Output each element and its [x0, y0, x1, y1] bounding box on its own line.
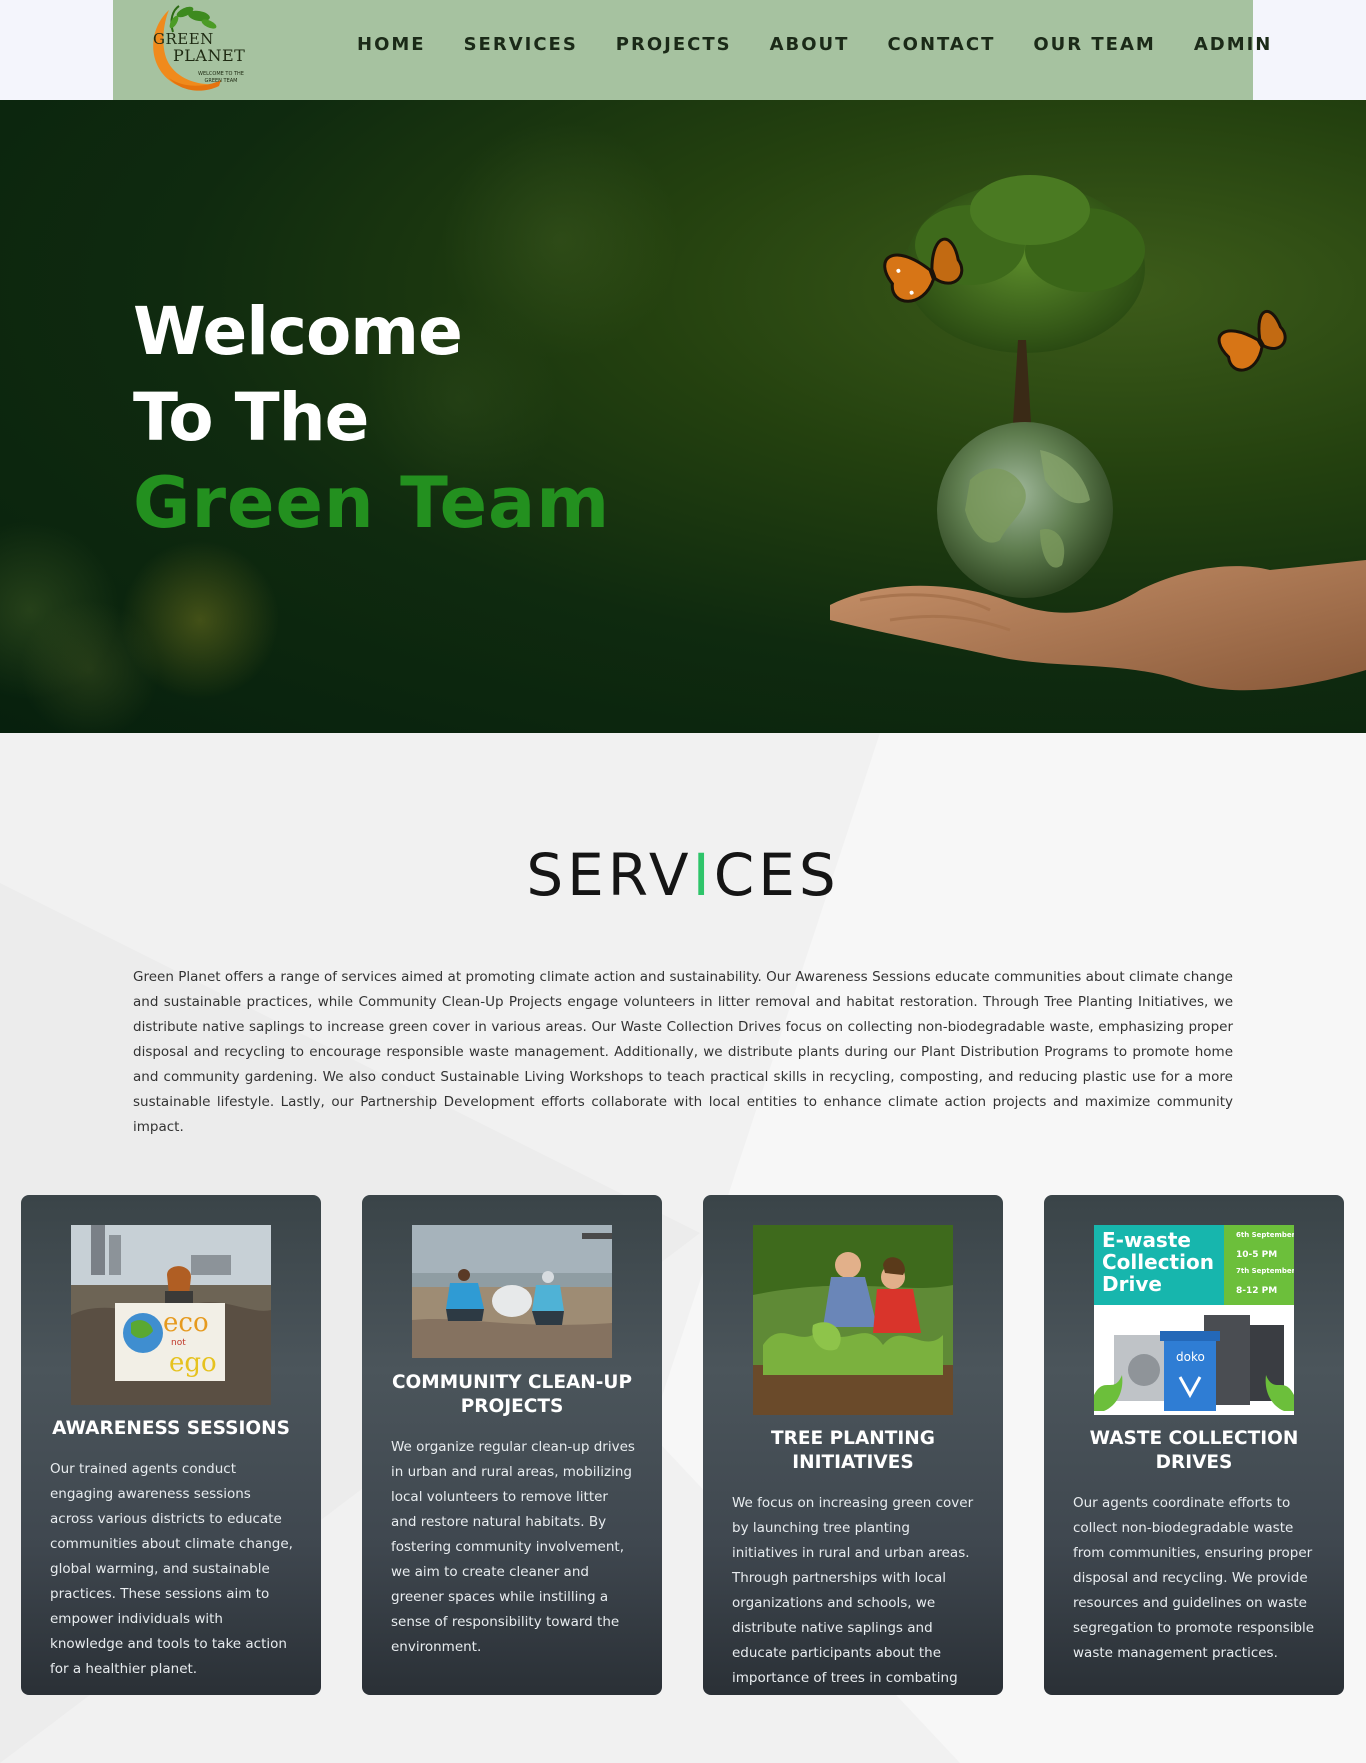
card-description: Our agents coordinate efforts to collect… — [1073, 1495, 1315, 1661]
service-card-cleanup[interactable]: COMMUNITY CLEAN-UP PROJECTS We organize … — [362, 1195, 662, 1695]
hero-heading-line-3: Green Team — [133, 462, 611, 544]
cleanup-photo — [412, 1225, 612, 1358]
poster-title-1: E-waste — [1102, 1228, 1191, 1252]
poster-date-2: 7th September — [1236, 1267, 1294, 1275]
awareness-photo: eco not ego — [71, 1225, 271, 1405]
card-title: TREE PLANTING INITIATIVES — [771, 1428, 935, 1473]
service-card-awareness[interactable]: eco not ego AWARENESS SESSIONS Our train… — [21, 1195, 321, 1695]
hero-heading-line-2: To The — [133, 379, 369, 456]
nav-admin[interactable]: ADMIN — [1194, 34, 1273, 55]
bokeh-light — [20, 600, 160, 733]
poster-brand: doko — [1176, 1350, 1205, 1364]
sign-ego: ego — [169, 1348, 217, 1378]
navbar: GREEN PLANET WELCOME TO THE GREEN TEAM H… — [113, 0, 1270, 100]
logo-tagline: WELCOME TO THE GREEN TEAM — [198, 71, 244, 84]
poster-date-1: 6th September — [1236, 1231, 1294, 1239]
poster-time-2: 8-12 PM — [1236, 1286, 1277, 1296]
services-section: SERVICES Green Planet offers a range of … — [0, 733, 1366, 1763]
card-title: WASTE COLLECTION DRIVES — [1089, 1428, 1299, 1473]
card-title: COMMUNITY CLEAN-UP PROJECTS — [391, 1372, 633, 1417]
top-bar: GREEN PLANET WELCOME TO THE GREEN TEAM H… — [0, 0, 1366, 100]
logo[interactable]: GREEN PLANET WELCOME TO THE GREEN TEAM — [139, 0, 259, 96]
service-card-tree-planting[interactable]: TREE PLANTING INITIATIVES We focus on in… — [703, 1195, 1003, 1695]
sign-eco: eco — [163, 1308, 209, 1338]
tree-planting-photo — [753, 1225, 953, 1415]
services-title-part-2: CES — [713, 841, 840, 909]
nav-home[interactable]: HOME — [357, 34, 426, 55]
nav-about[interactable]: ABOUT — [770, 34, 850, 55]
card-description: We focus on increasing green cover by la… — [732, 1495, 974, 1686]
nav-contact[interactable]: CONTACT — [887, 34, 995, 55]
services-title: SERVICES — [0, 841, 1366, 909]
poster-title-3: Drive — [1102, 1272, 1162, 1296]
sign-not: not — [171, 1338, 186, 1348]
poster-title-2: Collection — [1102, 1250, 1214, 1274]
card-description: Our trained agents conduct engaging awar… — [50, 1461, 293, 1677]
card-description: We organize regular clean-up drives in u… — [391, 1439, 635, 1655]
hands-globe-tree-illustration — [830, 175, 1366, 691]
hero-heading-line-1: Welcome — [133, 293, 463, 370]
hero-banner: Welcome To The Green Team — [0, 100, 1366, 733]
card-title: AWARENESS SESSIONS — [52, 1418, 290, 1439]
nav-projects[interactable]: PROJECTS — [616, 34, 732, 55]
services-title-accent: I — [692, 841, 714, 909]
service-card-waste-collection[interactable]: E-waste Collection Drive 6th September 1… — [1044, 1195, 1344, 1695]
poster-time-1: 10-5 PM — [1236, 1250, 1277, 1260]
nav-services[interactable]: SERVICES — [464, 34, 578, 55]
nav-our-team[interactable]: OUR TEAM — [1033, 34, 1155, 55]
logo-text-planet: PLANET — [173, 46, 246, 65]
main-menu: HOME SERVICES PROJECTS ABOUT CONTACT OUR… — [357, 34, 1310, 55]
services-title-part-1: SERV — [526, 841, 693, 909]
ewaste-poster: E-waste Collection Drive 6th September 1… — [1094, 1225, 1294, 1415]
services-intro: Green Planet offers a range of services … — [133, 969, 1233, 1135]
